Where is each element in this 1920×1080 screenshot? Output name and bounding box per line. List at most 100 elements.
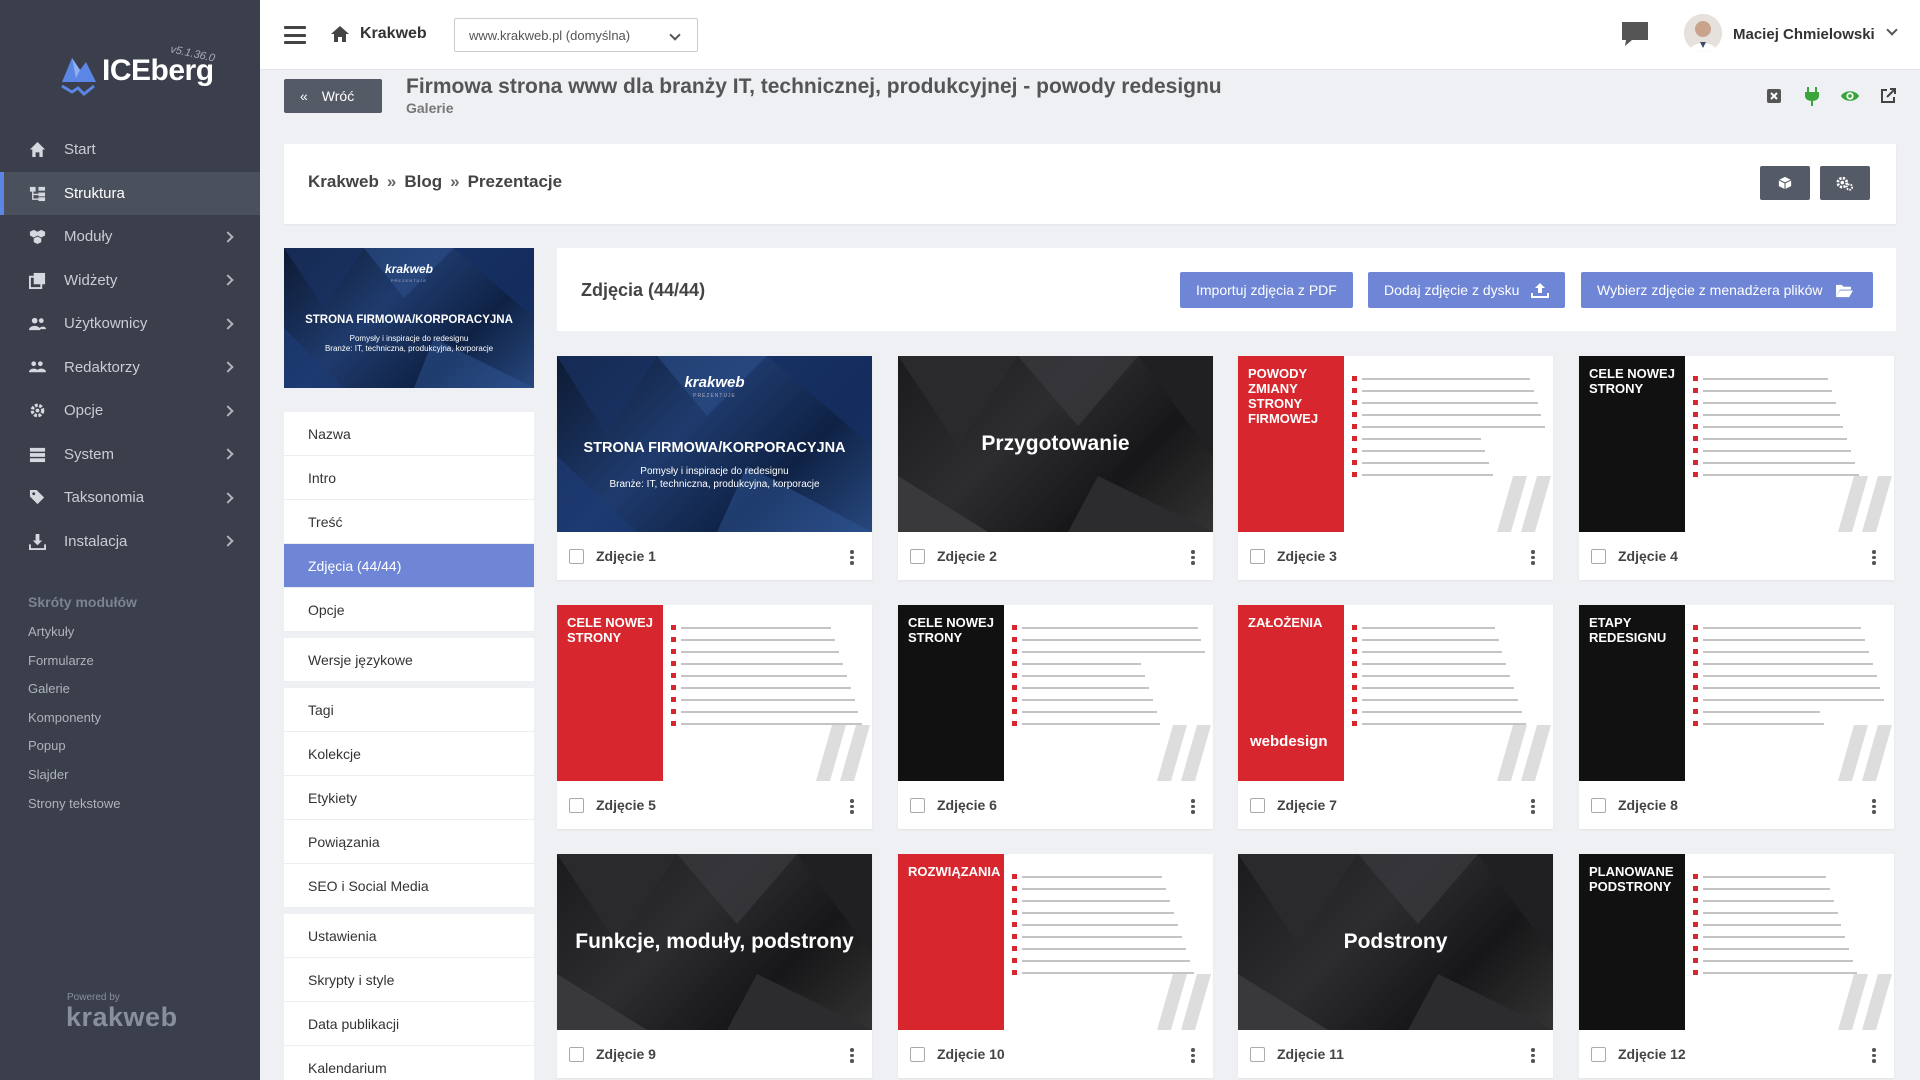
- photo-checkbox[interactable]: [569, 797, 584, 813]
- sidebar-item-server[interactable]: System: [0, 433, 260, 477]
- add-from-disk-button[interactable]: Dodaj zdjęcie z dysku: [1368, 272, 1566, 308]
- photo-thumbnail[interactable]: CELE NOWEJ STRONY: [1579, 356, 1894, 532]
- photo-card[interactable]: ZAŁOŻENIA webdesign Zdjęcie 7: [1238, 605, 1553, 829]
- section-menu-item[interactable]: Treść: [284, 500, 534, 544]
- photo-thumbnail[interactable]: CELE NOWEJ STRONY: [557, 605, 872, 781]
- section-menu-item[interactable]: Wersje językowe: [284, 638, 534, 682]
- home-icon[interactable]: [330, 24, 350, 44]
- section-menu-item[interactable]: Tagi: [284, 688, 534, 732]
- photo-card[interactable]: ETAPY REDESIGNU Zdjęcie 8: [1579, 605, 1894, 829]
- avatar[interactable]: [1684, 14, 1722, 52]
- sidebar-item-users[interactable]: Użytkownicy: [0, 302, 260, 346]
- section-menu-item[interactable]: Kalendarium: [284, 1046, 534, 1080]
- krakweb-logo[interactable]: krakweb: [66, 1002, 178, 1033]
- sidebar-item-clone[interactable]: Widżety: [0, 259, 260, 303]
- photo-checkbox[interactable]: [569, 548, 584, 564]
- site-name[interactable]: Krakweb: [360, 25, 427, 43]
- section-menu-item[interactable]: Ustawienia: [284, 914, 534, 958]
- import-pdf-button[interactable]: Importuj zdjęcia z PDF: [1180, 272, 1353, 308]
- section-menu-item[interactable]: Data publikacji: [284, 1002, 534, 1046]
- photo-thumbnail[interactable]: ROZWIĄZANIA: [898, 854, 1213, 1030]
- settings-button[interactable]: [1820, 166, 1870, 200]
- sidebar-item-sitemap[interactable]: Struktura: [0, 171, 260, 215]
- shortcut-link[interactable]: Formularze: [28, 653, 121, 682]
- photo-card[interactable]: CELE NOWEJ STRONY Zdjęcie 5: [557, 605, 872, 829]
- sidebar-item-cubes[interactable]: Moduły: [0, 215, 260, 259]
- sidebar-item-download[interactable]: Instalacja: [0, 520, 260, 564]
- shortcut-link[interactable]: Popup: [28, 738, 121, 767]
- shortcut-link[interactable]: Strony tekstowe: [28, 796, 121, 825]
- photo-card[interactable]: Przygotowanie Zdjęcie 2: [898, 356, 1213, 580]
- more-vertical-icon[interactable]: [1191, 550, 1195, 565]
- shortcut-link[interactable]: Galerie: [28, 681, 121, 710]
- photo-thumbnail[interactable]: Funkcje, moduły, podstrony: [557, 854, 872, 1030]
- photo-card[interactable]: ROZWIĄZANIA Zdjęcie 10: [898, 854, 1213, 1078]
- photo-checkbox[interactable]: [1591, 797, 1606, 813]
- more-vertical-icon[interactable]: [850, 550, 854, 565]
- photo-checkbox[interactable]: [1250, 548, 1265, 564]
- sidebar-item-home[interactable]: Start: [0, 128, 260, 172]
- photo-card[interactable]: Funkcje, moduły, podstrony Zdjęcie 9: [557, 854, 872, 1078]
- photo-checkbox[interactable]: [1250, 1046, 1265, 1062]
- chevron-down-icon[interactable]: [1886, 24, 1898, 36]
- more-vertical-icon[interactable]: [1872, 1048, 1876, 1063]
- photo-card[interactable]: Podstrony Zdjęcie 11: [1238, 854, 1553, 1078]
- photo-thumbnail[interactable]: Podstrony: [1238, 854, 1553, 1030]
- photo-thumbnail[interactable]: ETAPY REDESIGNU: [1579, 605, 1894, 781]
- photo-card[interactable]: CELE NOWEJ STRONY Zdjęcie 4: [1579, 356, 1894, 580]
- chat-icon[interactable]: [1620, 20, 1650, 48]
- shortcut-link[interactable]: Artykuły: [28, 624, 121, 653]
- photo-checkbox[interactable]: [569, 1046, 584, 1062]
- more-vertical-icon[interactable]: [1531, 550, 1535, 565]
- photo-card[interactable]: krakweb PREZENTUJE STRONA FIRMOWA/KORPORAC…: [557, 356, 872, 580]
- photo-thumbnail[interactable]: ZAŁOŻENIA webdesign: [1238, 605, 1553, 781]
- sidebar-item-gear[interactable]: Opcje: [0, 389, 260, 433]
- section-menu-item[interactable]: Intro: [284, 456, 534, 500]
- sidebar-item-editors[interactable]: Redaktorzy: [0, 346, 260, 390]
- photo-checkbox[interactable]: [910, 1046, 925, 1062]
- menu-toggle-icon[interactable]: [284, 26, 306, 44]
- photo-card[interactable]: POWODY ZMIANY STRONY FIRMOWEJ Zdjęcie 3: [1238, 356, 1553, 580]
- external-link-icon[interactable]: [1878, 86, 1898, 106]
- section-menu-item[interactable]: Zdjęcia (44/44): [284, 544, 534, 588]
- section-menu-item[interactable]: Opcje: [284, 588, 534, 632]
- more-vertical-icon[interactable]: [1531, 1048, 1535, 1063]
- breadcrumb-item[interactable]: Blog: [404, 172, 442, 191]
- more-vertical-icon[interactable]: [1531, 799, 1535, 814]
- photo-checkbox[interactable]: [910, 548, 925, 564]
- section-menu-item[interactable]: SEO i Social Media: [284, 864, 534, 908]
- photo-checkbox[interactable]: [1250, 797, 1265, 813]
- more-vertical-icon[interactable]: [850, 799, 854, 814]
- eye-icon[interactable]: [1840, 86, 1860, 106]
- photo-thumbnail[interactable]: POWODY ZMIANY STRONY FIRMOWEJ: [1238, 356, 1553, 532]
- app-logo[interactable]: ICEberg v5.1.36.0: [58, 40, 238, 104]
- more-vertical-icon[interactable]: [1191, 1048, 1195, 1063]
- photo-checkbox[interactable]: [1591, 548, 1606, 564]
- photo-checkbox[interactable]: [1591, 1046, 1606, 1062]
- more-vertical-icon[interactable]: [1191, 799, 1195, 814]
- section-menu-item[interactable]: Powiązania: [284, 820, 534, 864]
- more-vertical-icon[interactable]: [1872, 550, 1876, 565]
- photo-checkbox[interactable]: [910, 797, 925, 813]
- shortcut-link[interactable]: Komponenty: [28, 710, 121, 739]
- breadcrumb-item[interactable]: Prezentacje: [468, 172, 563, 191]
- section-menu-item[interactable]: Nazwa: [284, 412, 534, 456]
- breadcrumb-item[interactable]: Krakweb: [308, 172, 379, 191]
- more-vertical-icon[interactable]: [1872, 799, 1876, 814]
- site-select[interactable]: www.krakweb.pl (domyślna): [454, 18, 698, 52]
- section-menu-item[interactable]: Etykiety: [284, 776, 534, 820]
- file-manager-button[interactable]: Wybierz zdjęcie z menadżera plików: [1581, 272, 1873, 308]
- plug-icon[interactable]: [1802, 86, 1822, 106]
- more-vertical-icon[interactable]: [850, 1048, 854, 1063]
- back-button[interactable]: « Wróć: [284, 79, 382, 113]
- photo-card[interactable]: PLANOWANE PODSTRONY Zdjęcie 12: [1579, 854, 1894, 1078]
- gallery-cover-image[interactable]: krakweb PREZENTUJE STRONA FIRMOWA/KORPOR…: [284, 248, 534, 388]
- sidebar-item-tags[interactable]: Taksonomia: [0, 476, 260, 520]
- photo-card[interactable]: CELE NOWEJ STRONY Zdjęcie 6: [898, 605, 1213, 829]
- user-name[interactable]: Maciej Chmielowski: [1733, 26, 1875, 43]
- cube-button[interactable]: [1760, 166, 1810, 200]
- photo-thumbnail[interactable]: CELE NOWEJ STRONY: [898, 605, 1213, 781]
- photo-thumbnail[interactable]: PLANOWANE PODSTRONY: [1579, 854, 1894, 1030]
- shortcut-link[interactable]: Slajder: [28, 767, 121, 796]
- section-menu-item[interactable]: Skrypty i style: [284, 958, 534, 1002]
